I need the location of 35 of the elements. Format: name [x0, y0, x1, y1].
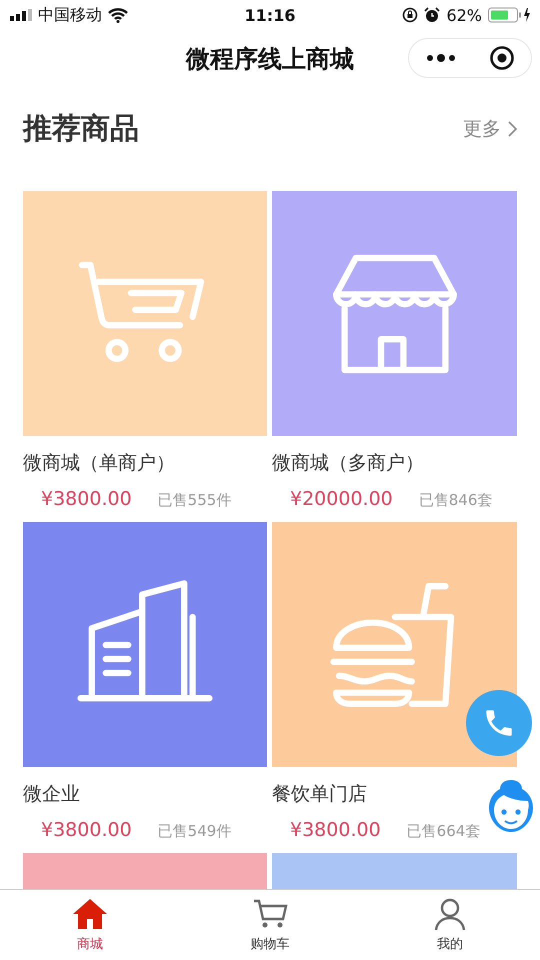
- sold-count: 已售555件: [158, 491, 232, 510]
- product-price: ¥3800.00: [41, 819, 132, 841]
- wifi-icon: [108, 8, 128, 22]
- product-name: 微企业: [23, 782, 81, 807]
- sold-count: 已售664套: [406, 822, 480, 841]
- product-name: 餐饮单门店: [272, 782, 368, 807]
- page-title: 微程序线上商城: [186, 44, 354, 75]
- product-image-tile[interactable]: [272, 191, 517, 436]
- more-icon[interactable]: [426, 53, 456, 63]
- section-title: 推荐商品: [23, 110, 139, 147]
- product-image-tile[interactable]: [272, 522, 517, 767]
- more-link[interactable]: 更多: [463, 116, 517, 142]
- sold-count: 已售846套: [418, 491, 492, 510]
- carrier-name: 中国移动: [38, 4, 102, 26]
- product-name: 微商城（单商户）: [23, 451, 176, 476]
- battery-charging-icon: [488, 7, 530, 23]
- product-price: ¥3800.00: [290, 819, 381, 841]
- close-target-icon[interactable]: [488, 45, 514, 71]
- customer-service-avatar-icon[interactable]: [486, 778, 536, 834]
- battery-percent: 62%: [446, 6, 482, 24]
- chevron-right-icon: [507, 121, 517, 137]
- product-price: ¥3800.00: [41, 488, 132, 510]
- signal-icon: [10, 9, 32, 21]
- alarm-icon: [424, 7, 440, 23]
- clock-time: 11:16: [244, 6, 296, 24]
- rotation-lock-icon: [402, 7, 418, 23]
- sold-count: 已售549件: [158, 822, 232, 841]
- tab-bar-item[interactable]: 购物车: [210, 896, 330, 954]
- home-icon: [71, 897, 109, 931]
- product-name: 微商城（多商户）: [272, 451, 425, 476]
- product-price: ¥20000.00: [290, 488, 393, 510]
- product-image-tile[interactable]: [23, 191, 267, 436]
- tab-bar-item[interactable]: 我的: [390, 896, 510, 954]
- tab-bar-item[interactable]: 商城: [30, 896, 150, 954]
- product-image-tile[interactable]: [23, 522, 267, 767]
